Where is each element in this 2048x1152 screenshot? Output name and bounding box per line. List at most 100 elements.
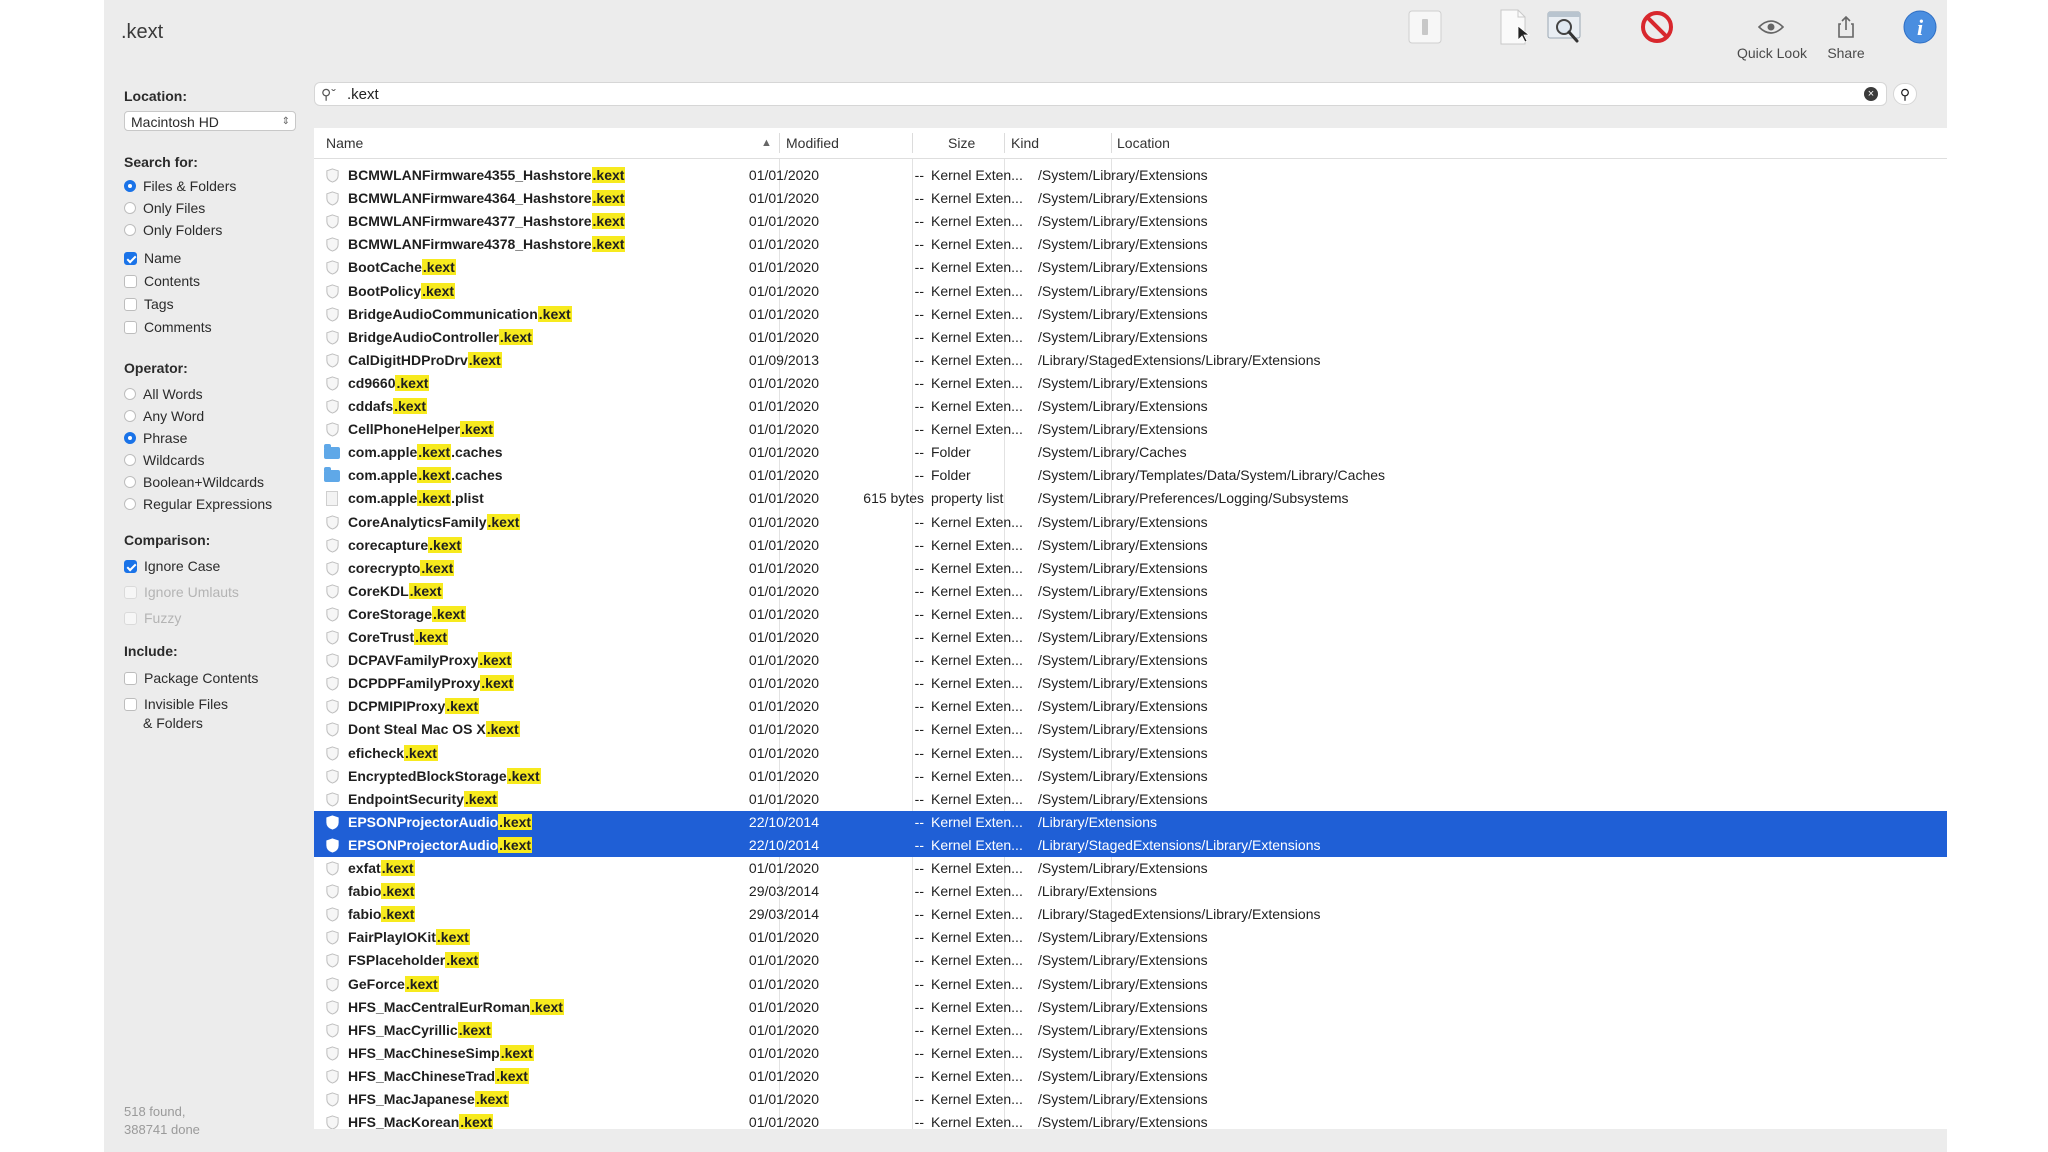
- radio-boolean-wildcards[interactable]: Boolean+Wildcards: [124, 472, 264, 492]
- table-row[interactable]: HFS_MacChineseSimp.kext 01/01/2020 -- Kerne…: [314, 1042, 1947, 1065]
- radio-any-word[interactable]: Any Word: [124, 406, 204, 426]
- search-field[interactable]: ⚲ˇ ×: [314, 82, 1887, 106]
- column-divider[interactable]: [779, 133, 780, 153]
- checkbox-contents[interactable]: Contents: [124, 271, 200, 291]
- radio-all-words[interactable]: All Words: [124, 384, 203, 404]
- sort-ascending-icon[interactable]: ▲: [761, 128, 772, 158]
- radio-unselected[interactable]: [124, 224, 136, 236]
- table-row[interactable]: DCPDPFamilyProxy.kext 01/01/2020 -- Kernel …: [314, 672, 1947, 695]
- table-row[interactable]: CalDigitHDProDrv.kext 01/09/2013 -- Kernel …: [314, 349, 1947, 372]
- column-header-location[interactable]: Location: [1117, 128, 1170, 158]
- radio-unselected[interactable]: [124, 454, 136, 466]
- table-row[interactable]: GeForce.kext 01/01/2020 -- Kernel Exten... /…: [314, 973, 1947, 996]
- table-row[interactable]: DCPAVFamilyProxy.kext 01/01/2020 -- Kernel …: [314, 649, 1947, 672]
- column-divider[interactable]: [1111, 133, 1112, 153]
- table-row[interactable]: CoreAnalyticsFamily.kext 01/01/2020 -- Kern…: [314, 511, 1947, 534]
- table-row[interactable]: corecrypto.kext 01/01/2020 -- Kernel Exten.…: [314, 557, 1947, 580]
- table-row[interactable]: HFS_MacJapanese.kext 01/01/2020 -- Kernel E…: [314, 1088, 1947, 1111]
- checkbox-unchecked[interactable]: [124, 697, 137, 711]
- stop-search-button[interactable]: [1635, 8, 1679, 46]
- checkbox-unchecked[interactable]: [124, 297, 137, 311]
- table-row[interactable]: cd9660.kext 01/01/2020 -- Kernel Exten... /S…: [314, 372, 1947, 395]
- radio-unselected[interactable]: [124, 202, 136, 214]
- file-size: --: [914, 698, 924, 715]
- checkbox-ignore-case[interactable]: Ignore Case: [124, 556, 220, 576]
- table-row[interactable]: BCMWLANFirmware4364_Hashstore.kext 01/01/…: [314, 187, 1947, 210]
- search-options-icon[interactable]: ⚲ˇ: [321, 86, 336, 103]
- table-row[interactable]: BCMWLANFirmware4377_Hashstore.kext 01/01/…: [314, 210, 1947, 233]
- share-button[interactable]: [1824, 8, 1868, 46]
- table-row[interactable]: HFS_MacKorean.kext 01/01/2020 -- Kernel Ext…: [314, 1111, 1947, 1129]
- radio-unselected[interactable]: [124, 476, 136, 488]
- search-button[interactable]: ⚲: [1893, 83, 1917, 105]
- location-select[interactable]: Macintosh HD ⇕: [124, 111, 296, 131]
- table-row[interactable]: eficheck.kext 01/01/2020 -- Kernel Exten...…: [314, 742, 1947, 765]
- radio-unselected[interactable]: [124, 388, 136, 400]
- table-row[interactable]: exfat.kext 01/01/2020 -- Kernel Exten... /Sy…: [314, 857, 1947, 880]
- table-row[interactable]: EPSONProjectorAudio.kext 22/10/2014 -- Kern…: [314, 833, 1947, 857]
- table-row[interactable]: BCMWLANFirmware4378_Hashstore.kext 01/01/…: [314, 233, 1947, 256]
- table-row[interactable]: com.apple.kext.caches 01/01/2020 -- Folder /…: [314, 464, 1947, 487]
- checkbox-checked[interactable]: [124, 559, 137, 573]
- radio-unselected[interactable]: [124, 410, 136, 422]
- open-file-button[interactable]: [1491, 8, 1535, 46]
- table-row[interactable]: EndpointSecurity.kext 01/01/2020 -- Kernel …: [314, 788, 1947, 811]
- table-row[interactable]: com.apple.kext.caches 01/01/2020 -- Folder /…: [314, 441, 1947, 464]
- table-row[interactable]: BootPolicy.kext 01/01/2020 -- Kernel Exten.…: [314, 280, 1947, 303]
- quick-look-label[interactable]: Quick Look: [1728, 45, 1816, 61]
- table-row[interactable]: CoreStorage.kext 01/01/2020 -- Kernel Exten…: [314, 603, 1947, 626]
- table-row[interactable]: com.apple.kext.plist 01/01/2020 615 bytes p…: [314, 487, 1947, 510]
- checkbox-name[interactable]: Name: [124, 248, 181, 268]
- checkbox-unchecked[interactable]: [124, 671, 137, 685]
- show-in-finder-button[interactable]: [1543, 8, 1587, 46]
- radio-unselected[interactable]: [124, 498, 136, 510]
- radio-only-files[interactable]: Only Files: [124, 198, 205, 218]
- radio-files-and-folders[interactable]: Files & Folders: [124, 176, 236, 196]
- table-row[interactable]: HFS_MacCentralEurRoman.kext 01/01/2020 -- K…: [314, 996, 1947, 1019]
- table-row[interactable]: CoreKDL.kext 01/01/2020 -- Kernel Exten... /…: [314, 580, 1947, 603]
- table-row[interactable]: BridgeAudioController.kext 01/01/2020 -- Ke…: [314, 326, 1947, 349]
- table-row[interactable]: HFS_MacChineseTrad.kext 01/01/2020 -- Kerne…: [314, 1065, 1947, 1088]
- radio-regular-expressions[interactable]: Regular Expressions: [124, 494, 272, 514]
- table-row[interactable]: BCMWLANFirmware4355_Hashstore.kext 01/01/…: [314, 164, 1947, 187]
- table-row[interactable]: FairPlayIOKit.kext 01/01/2020 -- Kernel Ext…: [314, 926, 1947, 949]
- share-label[interactable]: Share: [1816, 45, 1876, 61]
- table-row[interactable]: BridgeAudioCommunication.kext 01/01/2020 -…: [314, 303, 1947, 326]
- search-input[interactable]: [345, 85, 1829, 104]
- checkbox-tags[interactable]: Tags: [124, 294, 174, 314]
- column-header-modified[interactable]: Modified: [786, 128, 839, 158]
- radio-selected[interactable]: [124, 432, 136, 444]
- column-header-size[interactable]: Size: [948, 128, 975, 158]
- column-divider[interactable]: [1004, 133, 1005, 153]
- clear-search-icon[interactable]: ×: [1864, 87, 1878, 101]
- checkbox-comments[interactable]: Comments: [124, 317, 212, 337]
- table-row[interactable]: fabio.kext 29/03/2014 -- Kernel Exten... /Li…: [314, 880, 1947, 903]
- checkbox-unchecked[interactable]: [124, 274, 137, 288]
- table-row[interactable]: BootCache.kext 01/01/2020 -- Kernel Exten..…: [314, 256, 1947, 279]
- radio-phrase[interactable]: Phrase: [124, 428, 187, 448]
- table-row[interactable]: CoreTrust.kext 01/01/2020 -- Kernel Exten..…: [314, 626, 1947, 649]
- info-button[interactable]: i: [1898, 8, 1942, 46]
- radio-wildcards[interactable]: Wildcards: [124, 450, 204, 470]
- table-row[interactable]: cddafs.kext 01/01/2020 -- Kernel Exten... /S…: [314, 395, 1947, 418]
- table-row[interactable]: EPSONProjectorAudio.kext 22/10/2014 -- Kern…: [314, 810, 1947, 834]
- table-row[interactable]: corecapture.kext 01/01/2020 -- Kernel Exten…: [314, 534, 1947, 557]
- table-row[interactable]: fabio.kext 29/03/2014 -- Kernel Exten... /Li…: [314, 903, 1947, 926]
- radio-selected[interactable]: [124, 180, 136, 192]
- column-divider[interactable]: [912, 133, 913, 153]
- table-row[interactable]: DCPMIPIProxy.kext 01/01/2020 -- Kernel Exte…: [314, 695, 1947, 718]
- checkbox-invisible-files[interactable]: Invisible Files: [124, 694, 228, 714]
- radio-only-folders[interactable]: Only Folders: [124, 220, 222, 240]
- quick-look-button[interactable]: [1749, 8, 1793, 46]
- trash-icon-button[interactable]: [1403, 8, 1447, 46]
- checkbox-unchecked[interactable]: [124, 320, 137, 334]
- table-row[interactable]: Dont Steal Mac OS X.kext 01/01/2020 -- Kern…: [314, 718, 1947, 741]
- table-row[interactable]: EncryptedBlockStorage.kext 01/01/2020 -- Ke…: [314, 765, 1947, 788]
- column-header-kind[interactable]: Kind: [1011, 128, 1039, 158]
- table-row[interactable]: CellPhoneHelper.kext 01/01/2020 -- Kernel E…: [314, 418, 1947, 441]
- column-header-name[interactable]: Name: [326, 128, 363, 158]
- checkbox-package-contents[interactable]: Package Contents: [124, 668, 258, 688]
- table-row[interactable]: FSPlaceholder.kext 01/01/2020 -- Kernel Ext…: [314, 949, 1947, 972]
- table-row[interactable]: HFS_MacCyrillic.kext 01/01/2020 -- Kernel E…: [314, 1019, 1947, 1042]
- checkbox-checked[interactable]: [124, 251, 137, 265]
